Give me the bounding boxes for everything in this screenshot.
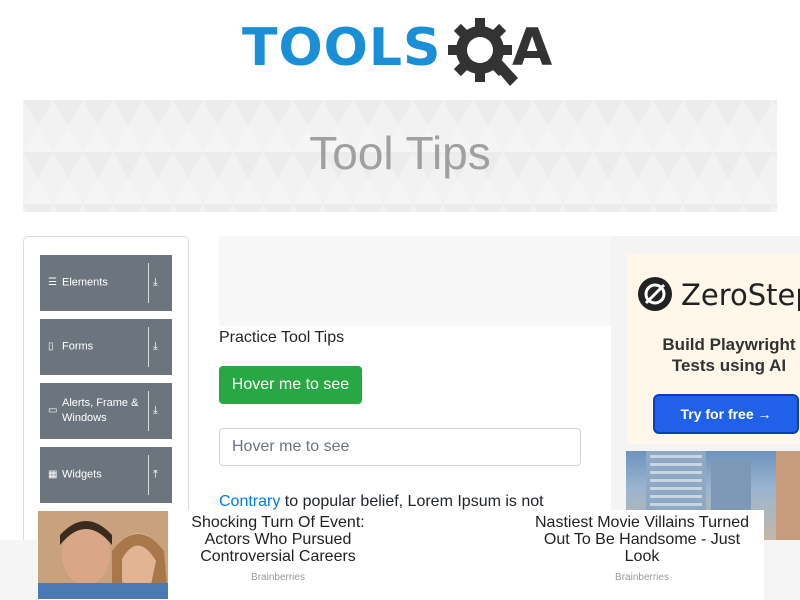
divider bbox=[148, 391, 149, 431]
ad-headline: Build Playwright Tests using AI bbox=[662, 335, 796, 375]
ad-placeholder bbox=[219, 236, 611, 326]
ad-brand: ZeroStep bbox=[681, 278, 800, 312]
contrary-link[interactable]: Contrary bbox=[219, 493, 280, 510]
ad-source-left: Brainberries bbox=[251, 572, 305, 583]
sidebar-item-forms[interactable]: ▯ Forms ⤓ bbox=[40, 319, 172, 375]
gear-icon bbox=[448, 18, 518, 86]
menu-icon: ☰ bbox=[48, 277, 57, 288]
sidebar-item-label: Alerts, Frame & Windows bbox=[62, 397, 139, 424]
tooltip-paragraph: Contrary to popular belief, Lorem Ipsum … bbox=[219, 493, 599, 511]
ad-thumbnail[interactable] bbox=[38, 511, 168, 599]
sidebar-item-widgets[interactable]: ▦ Widgets ⤒ bbox=[40, 447, 172, 503]
download-arrow-icon: ⤓ bbox=[153, 404, 158, 417]
page-banner: Tool Tips bbox=[23, 100, 777, 212]
divider bbox=[148, 263, 149, 303]
ad-headline-left[interactable]: Shocking Turn Of Event: Actors Who Pursu… bbox=[183, 514, 373, 565]
toolsqa-logo[interactable]: TOOLS A bbox=[240, 14, 570, 92]
sidebar-item-elements[interactable]: ☰ Elements ⤓ bbox=[40, 255, 172, 311]
divider bbox=[148, 327, 149, 367]
download-arrow-icon: ⤓ bbox=[153, 276, 158, 289]
sidebar-item-alerts-frame-windows[interactable]: ▭ Alerts, Frame & Windows ⤓ bbox=[40, 383, 172, 439]
hover-me-field[interactable]: Hover me to see bbox=[219, 428, 581, 466]
zerostep-ad[interactable]: ZeroStep Build Playwright Tests using AI… bbox=[611, 236, 800, 546]
hover-me-button[interactable]: Hover me to see bbox=[219, 366, 362, 404]
download-arrow-icon: ⤓ bbox=[153, 340, 158, 353]
ad-headline-right[interactable]: Nastiest Movie Villains Turned Out To Be… bbox=[527, 514, 757, 565]
window-icon: ▭ bbox=[48, 405, 58, 416]
sidebar-item-label: Elements bbox=[62, 276, 108, 289]
bottom-ad[interactable]: Shocking Turn Of Event: Actors Who Pursu… bbox=[37, 510, 764, 600]
ad-card: ZeroStep Build Playwright Tests using AI… bbox=[627, 254, 800, 444]
paragraph-text: to popular belief, Lorem Ipsum is not bbox=[280, 493, 544, 510]
couple-photo bbox=[38, 511, 168, 599]
section-heading: Practice Tool Tips bbox=[219, 329, 345, 346]
ad-source-right: Brainberries bbox=[615, 572, 669, 583]
form-icon: ▯ bbox=[48, 341, 54, 352]
zerostep-logo-icon bbox=[638, 277, 672, 311]
upload-arrow-icon: ⤒ bbox=[153, 468, 158, 481]
divider bbox=[148, 455, 149, 495]
sidebar-item-label: Widgets bbox=[62, 468, 102, 481]
sidebar-item-label: Forms bbox=[62, 340, 94, 353]
grid-icon: ▦ bbox=[48, 469, 58, 480]
page-title: Tool Tips bbox=[309, 127, 491, 179]
logo-text: TOOLS bbox=[242, 18, 442, 78]
logo-letter-a: A bbox=[512, 18, 553, 78]
try-for-free-button[interactable]: Try for free → bbox=[653, 394, 799, 434]
